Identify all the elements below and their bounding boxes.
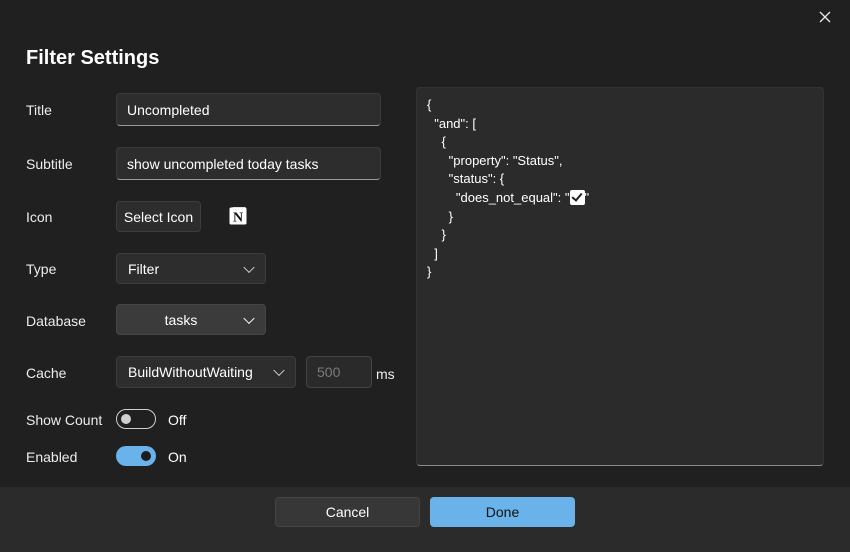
close-icon [819, 11, 831, 23]
code-line: } [427, 264, 432, 280]
type-dropdown[interactable]: Filter [116, 253, 266, 284]
cache-dropdown[interactable]: BuildWithoutWaiting [116, 356, 296, 388]
code-line-does-not-equal: "does_not_equal": " " [427, 189, 813, 208]
chevron-down-icon [243, 312, 255, 324]
show-count-label: Show Count [26, 412, 103, 428]
cache-ms-input[interactable]: 500 [306, 356, 372, 388]
cache-value: BuildWithoutWaiting [128, 364, 253, 380]
subtitle-input[interactable]: show uncompleted today tasks [116, 147, 381, 180]
chevron-down-icon [273, 364, 285, 377]
code-line: { [427, 134, 446, 150]
show-count-state: Off [168, 412, 187, 428]
code-line: "status": { [427, 171, 505, 187]
database-label: Database [26, 313, 86, 329]
svg-text:N: N [233, 211, 243, 226]
code-line: ] [427, 245, 438, 261]
code-line: } [427, 227, 446, 243]
title-input[interactable]: Uncompleted [116, 93, 381, 126]
toggle-knob [141, 451, 151, 461]
filter-json-editor[interactable]: { "and": [ { "property": "Status", "stat… [416, 87, 824, 466]
type-label: Type [26, 261, 57, 277]
code-line-suffix: " [584, 189, 590, 205]
select-icon-button[interactable]: Select Icon [116, 201, 201, 232]
enabled-label: Enabled [26, 449, 78, 465]
code-line: "and": [ [427, 115, 476, 131]
icon-label: Icon [26, 209, 53, 225]
type-value: Filter [128, 260, 160, 277]
cache-label: Cache [26, 365, 67, 381]
code-line: { [427, 97, 432, 112]
code-line: } [427, 208, 454, 224]
filter-settings-dialog: Filter Settings Title Uncompleted Subtit… [0, 0, 850, 552]
subtitle-label: Subtitle [26, 156, 73, 172]
chevron-down-icon [243, 261, 255, 273]
cancel-button[interactable]: Cancel [275, 497, 420, 527]
toggle-knob [121, 414, 131, 424]
show-count-toggle[interactable] [116, 409, 156, 429]
dialog-footer: Cancel Done [0, 487, 850, 552]
checkmark-emoji-icon [569, 189, 585, 205]
code-line: "property": "Status", [427, 152, 563, 168]
enabled-state: On [168, 449, 187, 465]
enabled-toggle[interactable] [116, 446, 156, 466]
done-button[interactable]: Done [430, 497, 575, 527]
dialog-title: Filter Settings [26, 47, 160, 69]
cache-unit-label: ms [376, 366, 395, 382]
database-dropdown[interactable]: tasks [116, 304, 266, 335]
code-line-text: "does_not_equal": " [427, 189, 570, 205]
database-value: tasks [164, 311, 198, 328]
title-label: Title [26, 102, 52, 118]
close-button[interactable] [814, 6, 836, 28]
notion-icon: N [229, 207, 247, 226]
